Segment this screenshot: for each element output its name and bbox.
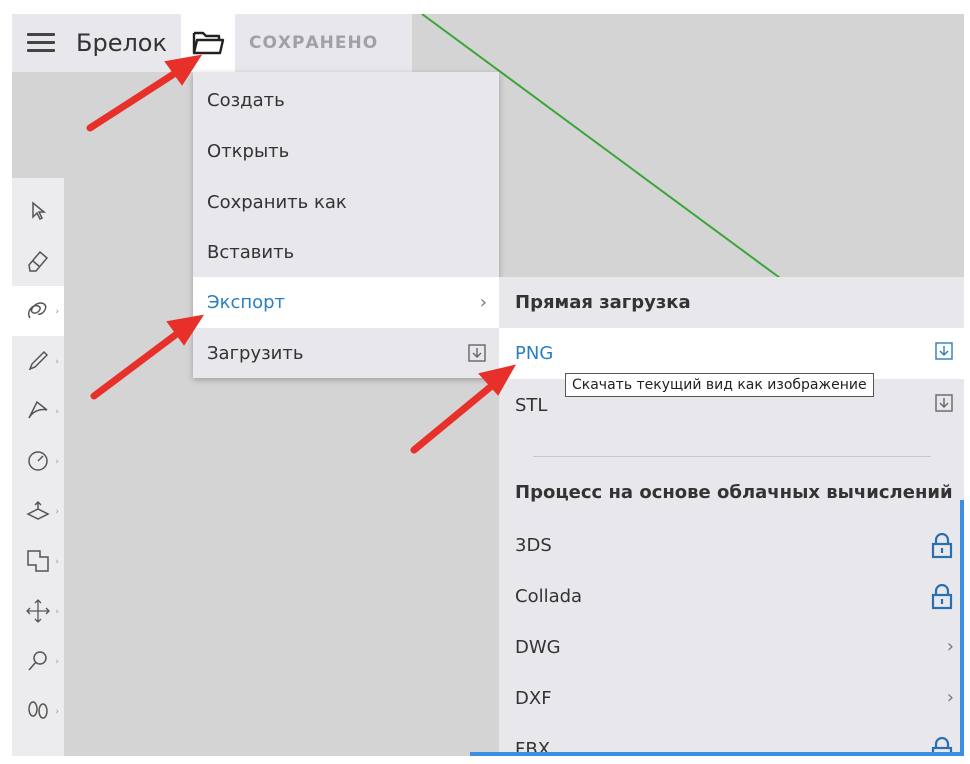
folder-open-icon[interactable] [180, 14, 235, 72]
menu-item-insert[interactable]: Вставить [193, 227, 499, 278]
tool-palette: › › › › › › › › › [12, 178, 64, 756]
chevron-right-icon: › [946, 687, 954, 708]
arc-icon[interactable]: › [12, 386, 64, 436]
section-header-direct: Прямая загрузка [499, 277, 964, 328]
file-menu: Создать Открыть Сохранить как Вставить Э… [193, 72, 499, 378]
export-item-png[interactable]: PNG [499, 328, 964, 379]
export-item-collada[interactable]: Collada [499, 571, 964, 622]
export-item-dxf[interactable]: DXF › [499, 673, 964, 724]
freehand-icon[interactable]: › [12, 286, 64, 336]
menu-item-upload[interactable]: Загрузить [193, 328, 499, 379]
menu-item-export[interactable]: Экспорт › [193, 277, 499, 328]
export-item-label: 3DS [515, 535, 552, 556]
chevron-right-icon: › [479, 292, 487, 313]
export-item-label: DXF [515, 688, 552, 709]
menu-item-create[interactable]: Создать [193, 75, 499, 126]
export-item-dwg[interactable]: DWG › [499, 622, 964, 673]
circle-icon[interactable]: › [12, 436, 64, 486]
lock-icon [930, 583, 954, 615]
footprints-icon[interactable]: › [12, 686, 64, 736]
section-header-label: Прямая загрузка [515, 292, 691, 313]
tooltip-text: Скачать текущий вид как изображение [572, 377, 867, 393]
frame-accent-bottom [470, 752, 964, 756]
menu-item-save-as[interactable]: Сохранить как [193, 177, 499, 228]
divider [533, 456, 931, 457]
menu-item-open[interactable]: Открыть [193, 126, 499, 177]
menu-item-label: Экспорт [207, 292, 286, 313]
frame-accent-right [960, 500, 964, 756]
download-icon [467, 343, 487, 368]
document-title[interactable]: Брелок [76, 29, 167, 57]
saved-status: СОХРАНЕНО [248, 33, 379, 53]
menu-item-label: Сохранить как [207, 192, 347, 213]
export-item-label: DWG [515, 637, 561, 658]
download-icon [934, 341, 954, 366]
export-item-label: PNG [515, 343, 554, 364]
menu-item-label: Загрузить [207, 343, 304, 364]
chevron-right-icon: › [946, 636, 954, 657]
export-submenu: Прямая загрузка PNG STL Процесс на основ… [499, 277, 964, 756]
paint-icon[interactable]: › [12, 636, 64, 686]
menu-item-label: Создать [207, 90, 285, 111]
export-item-label: Collada [515, 586, 583, 607]
lock-icon [930, 532, 954, 564]
offset-icon[interactable]: › [12, 536, 64, 586]
menu-item-label: Вставить [207, 242, 295, 263]
eraser-icon[interactable] [12, 236, 64, 286]
push-pull-icon[interactable]: › [12, 486, 64, 536]
section-header-label: Процесс на основе облачных вычислений [515, 482, 953, 503]
move-icon[interactable]: › [12, 586, 64, 636]
download-icon [934, 393, 954, 418]
pencil-icon[interactable]: › [12, 336, 64, 386]
section-header-cloud: Процесс на основе облачных вычислений [499, 467, 964, 518]
menu-item-label: Открыть [207, 141, 290, 162]
select-arrow-icon[interactable] [12, 186, 64, 236]
export-item-label: STL [515, 395, 548, 416]
hamburger-icon[interactable] [12, 14, 70, 72]
top-bar: Брелок СОХРАНЕНО [12, 14, 412, 72]
tooltip: Скачать текущий вид как изображение [565, 373, 874, 397]
export-item-3ds[interactable]: 3DS [499, 520, 964, 571]
